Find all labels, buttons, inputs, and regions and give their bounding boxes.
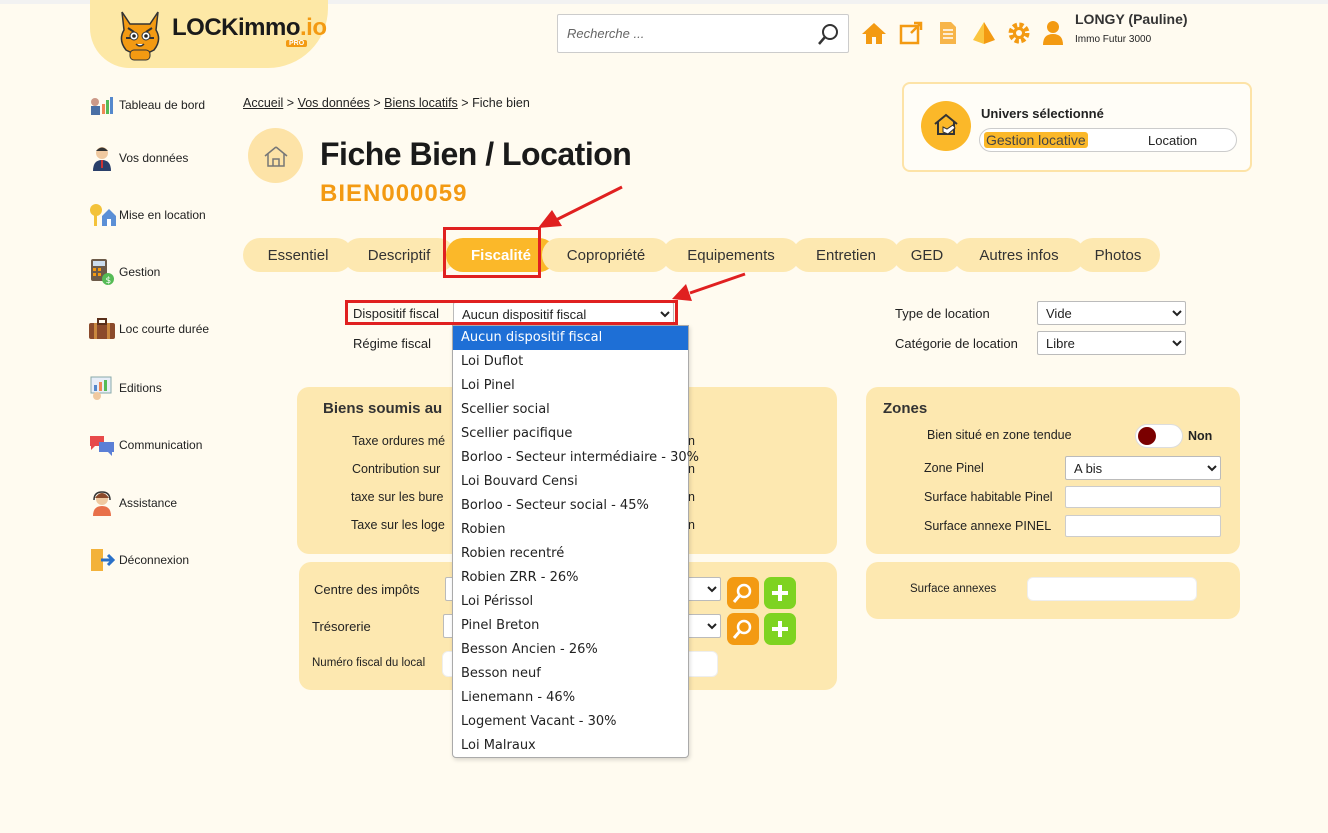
arrow-line bbox=[689, 272, 746, 295]
annotation-arrows bbox=[538, 185, 746, 301]
arrow-head bbox=[672, 284, 692, 301]
arrow-line bbox=[555, 185, 623, 222]
